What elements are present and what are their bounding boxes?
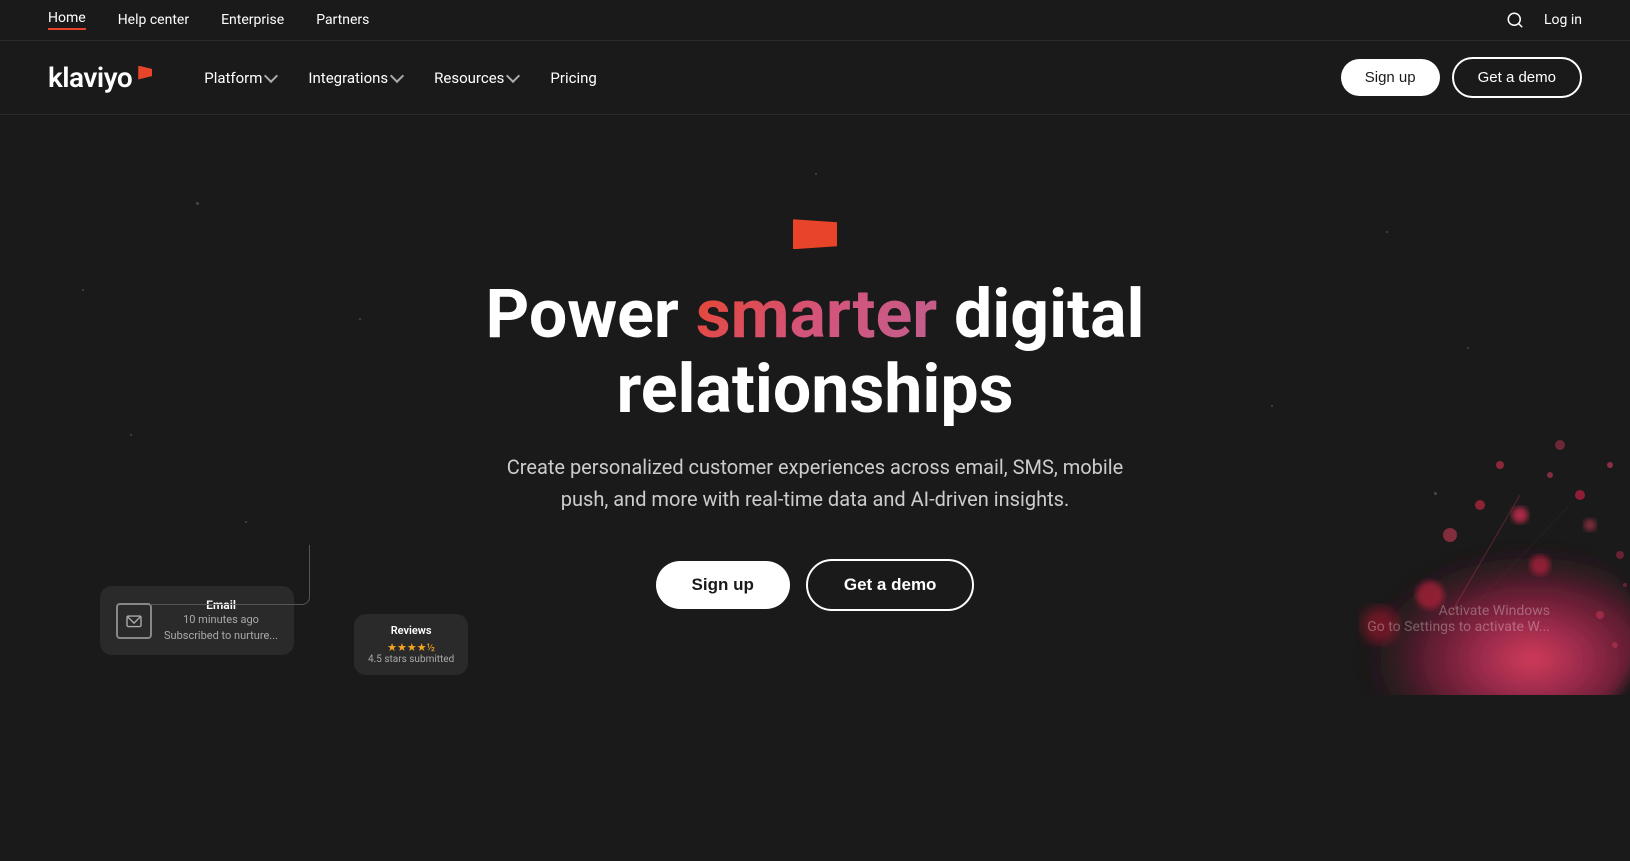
reviews-stars: ★★★★½ bbox=[368, 641, 454, 654]
top-bar-links: Home Help center Enterprise Partners bbox=[48, 10, 369, 30]
nav-platform[interactable]: Platform bbox=[192, 61, 288, 95]
search-button[interactable] bbox=[1506, 11, 1524, 29]
headline-highlight: smarter bbox=[696, 274, 937, 354]
main-nav: klaviyo Platform Integrations Resources … bbox=[0, 41, 1630, 115]
email-card-content: Email 10 minutes ago Subscribed to nurtu… bbox=[164, 598, 278, 643]
hero-section: Power smarter digital relationships Crea… bbox=[0, 115, 1630, 695]
chevron-down-icon bbox=[390, 69, 404, 83]
logo[interactable]: klaviyo bbox=[48, 61, 152, 94]
nav-integrations[interactable]: Integrations bbox=[296, 61, 414, 95]
windows-watermark: Activate Windows Go to Settings to activ… bbox=[1367, 603, 1550, 635]
chevron-down-icon bbox=[506, 69, 520, 83]
reviews-title: Reviews bbox=[368, 624, 454, 637]
login-link[interactable]: Log in bbox=[1544, 12, 1582, 28]
hero-headline: Power smarter digital relationships bbox=[335, 277, 1295, 427]
topbar-home[interactable]: Home bbox=[48, 10, 86, 30]
nav-pricing[interactable]: Pricing bbox=[538, 61, 608, 95]
email-icon bbox=[116, 603, 152, 639]
reviews-preview-card: Reviews ★★★★½ 4.5 stars submitted bbox=[354, 614, 468, 675]
topbar-partners[interactable]: Partners bbox=[316, 12, 369, 28]
logo-flag-icon bbox=[138, 66, 152, 80]
reviews-subtitle: 4.5 stars submitted bbox=[368, 654, 454, 665]
nav-signup-button[interactable]: Sign up bbox=[1341, 59, 1440, 96]
hero-signup-button[interactable]: Sign up bbox=[656, 561, 790, 609]
email-preview-card: Email 10 minutes ago Subscribed to nurtu… bbox=[100, 586, 294, 655]
hero-subtext: Create personalized customer experiences… bbox=[495, 451, 1135, 515]
email-card-subtitle: 10 minutes ago bbox=[164, 612, 278, 627]
top-bar-right: Log in bbox=[1506, 11, 1582, 29]
nav-links: Platform Integrations Resources Pricing bbox=[192, 61, 609, 95]
hero-cta: Sign up Get a demo bbox=[656, 559, 975, 611]
topbar-enterprise[interactable]: Enterprise bbox=[221, 12, 284, 28]
headline-before: Power bbox=[485, 274, 695, 354]
nav-left: klaviyo Platform Integrations Resources … bbox=[48, 61, 609, 95]
email-card-detail: Subscribed to nurture... bbox=[164, 628, 278, 643]
connect-line bbox=[150, 545, 310, 605]
nav-demo-button[interactable]: Get a demo bbox=[1452, 57, 1582, 98]
logo-text: klaviyo bbox=[48, 61, 132, 94]
nav-resources[interactable]: Resources bbox=[422, 61, 530, 95]
hero-flag-icon bbox=[793, 219, 837, 249]
email-card-title: Email bbox=[164, 598, 278, 612]
chevron-down-icon bbox=[264, 69, 278, 83]
nav-right: Sign up Get a demo bbox=[1341, 57, 1582, 98]
topbar-help-center[interactable]: Help center bbox=[118, 12, 189, 28]
top-bar: Home Help center Enterprise Partners Log… bbox=[0, 0, 1630, 41]
hero-demo-button[interactable]: Get a demo bbox=[806, 559, 975, 611]
